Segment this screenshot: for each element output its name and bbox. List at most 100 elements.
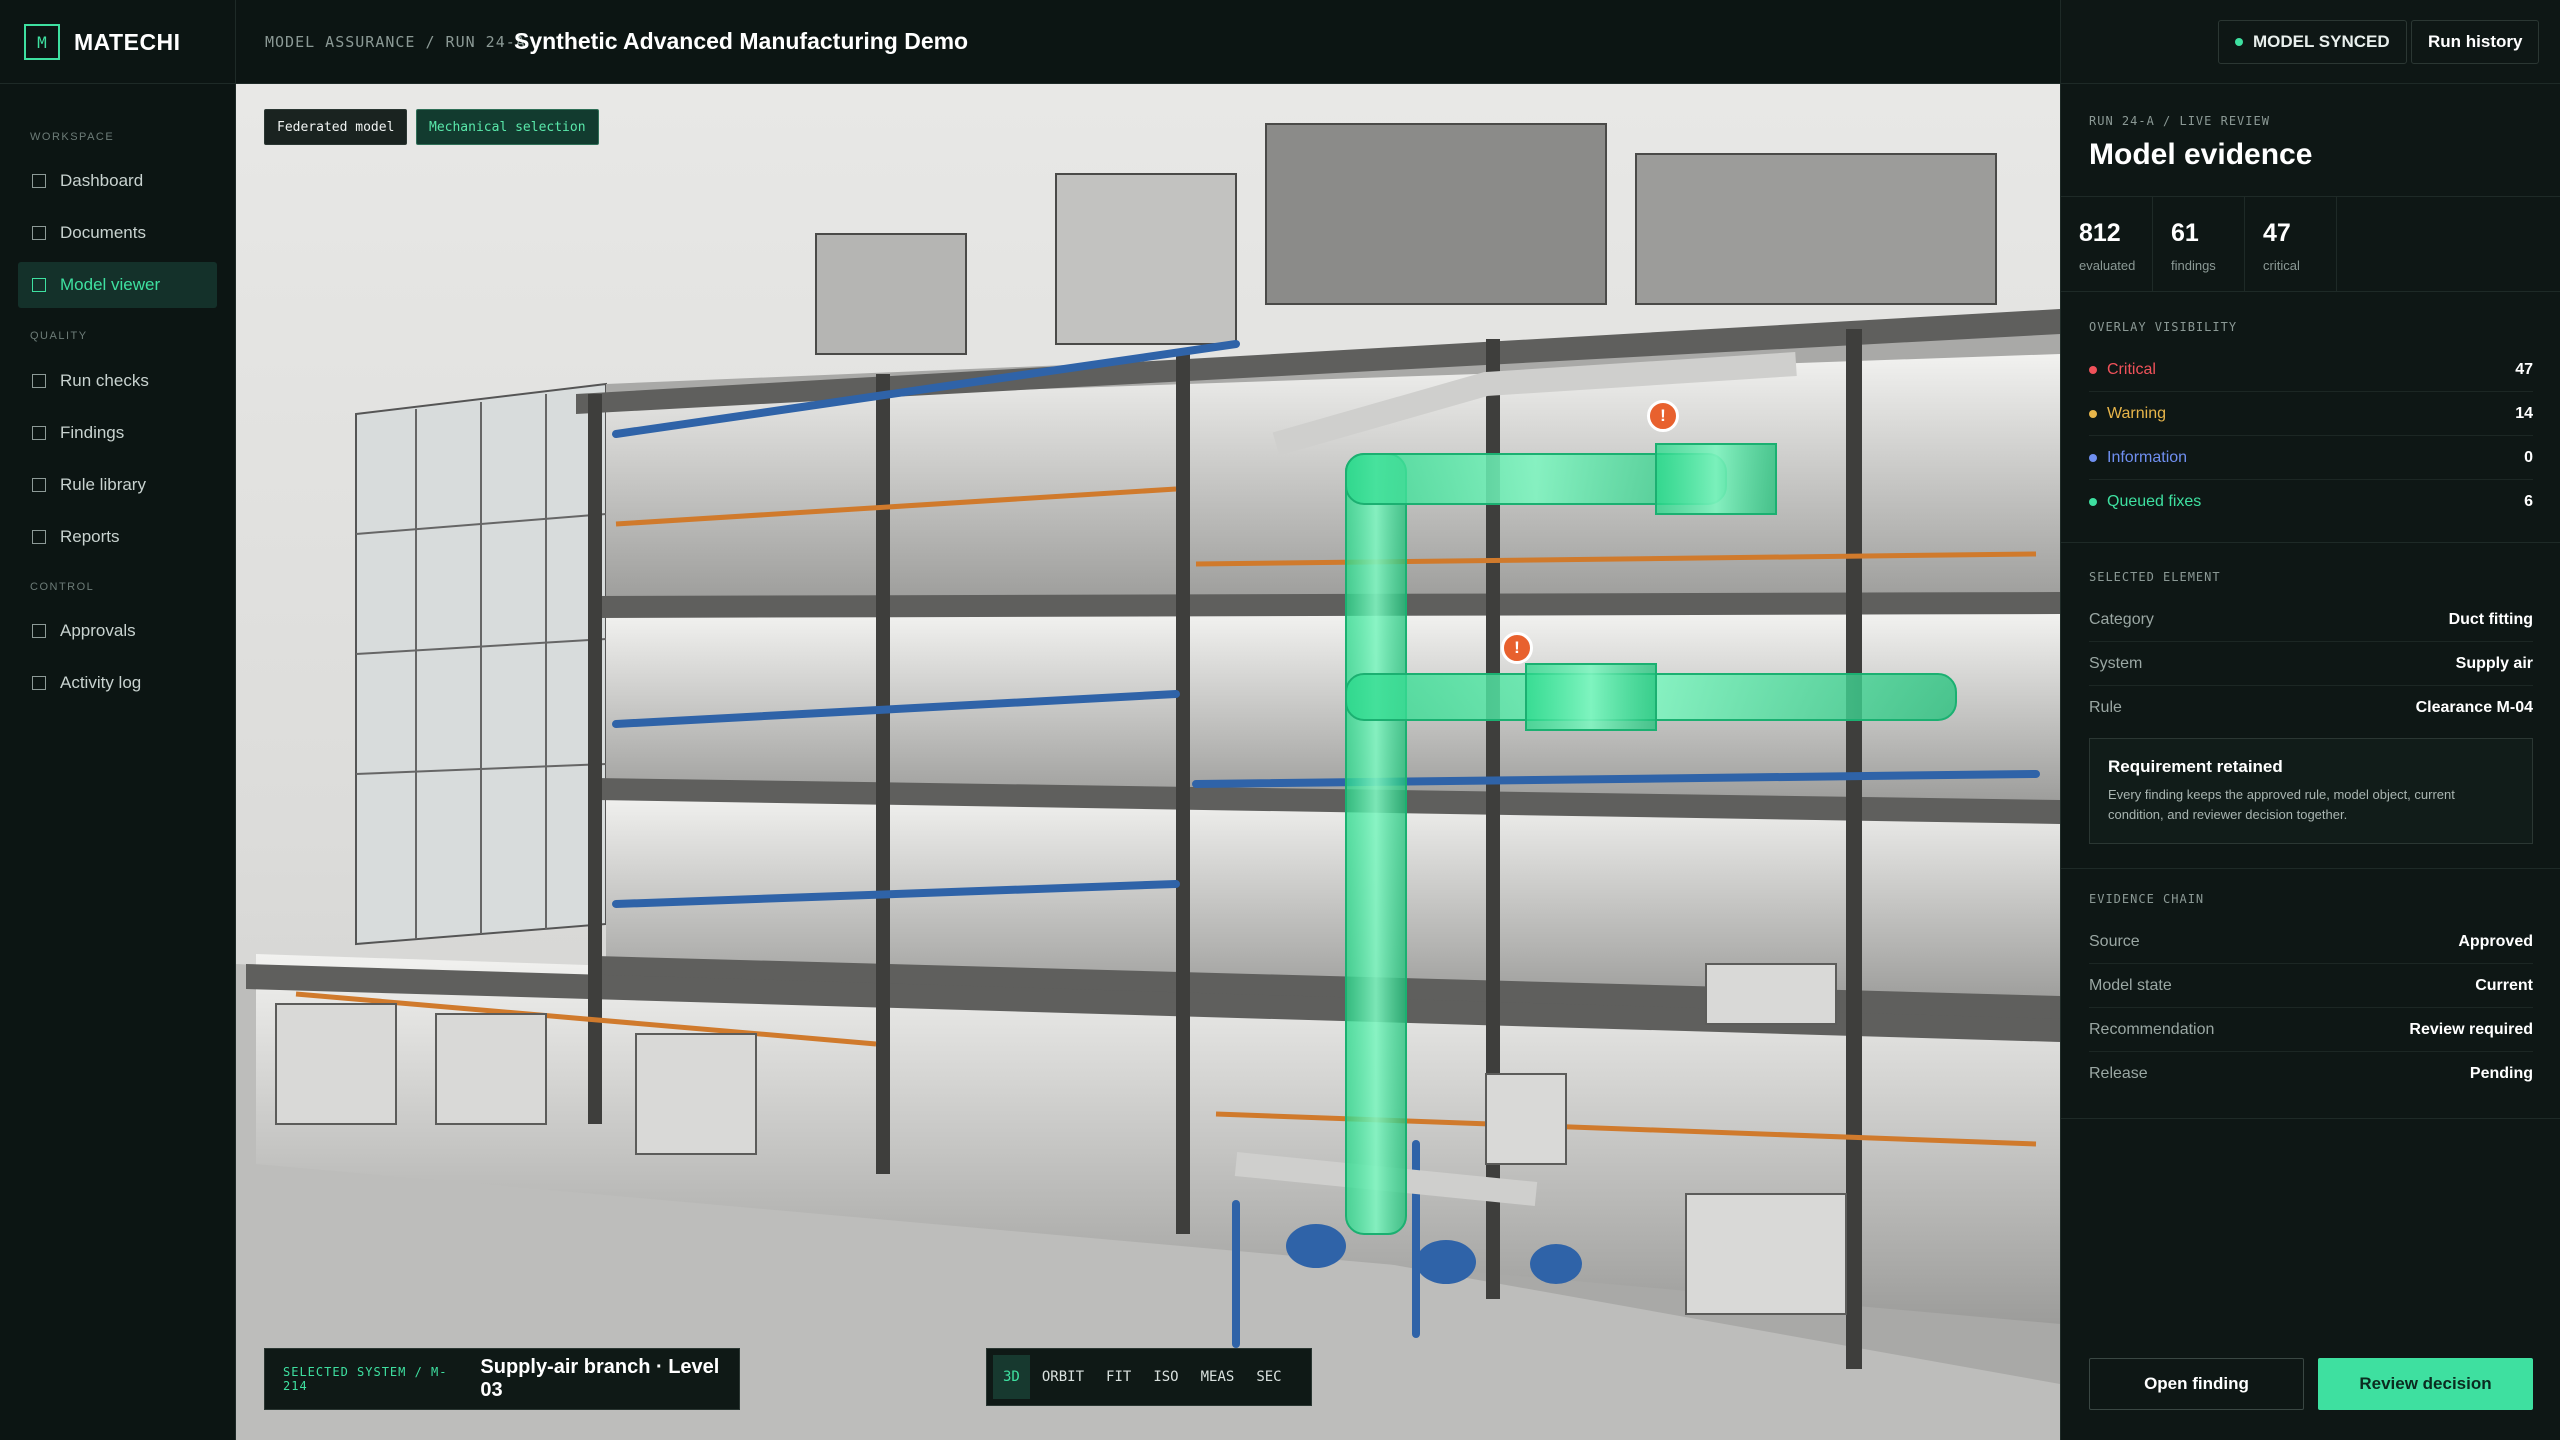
checkbox-icon [32, 174, 46, 188]
sidebar-item-label: Documents [60, 223, 146, 242]
evidence-value: Current [2475, 976, 2533, 994]
overlay-label: Warning [2107, 404, 2166, 422]
tool-iso-button[interactable]: ISO [1143, 1355, 1188, 1399]
overlay-row-information[interactable]: Information 0 [2089, 436, 2533, 480]
info-dot-icon [2089, 453, 2097, 462]
overlay-row-critical[interactable]: Critical 47 [2089, 348, 2533, 392]
sidebar-item-findings[interactable]: Findings [18, 410, 217, 456]
status-badge-label: MODEL SYNCED [2253, 32, 2390, 51]
stat-value: 47 [2263, 219, 2291, 247]
stat-findings: 61 findings [2153, 197, 2245, 291]
page-title: Synthetic Advanced Manufacturing Demo [514, 28, 969, 54]
stat-label: findings [2171, 258, 2216, 273]
stat-critical: 47 critical [2245, 197, 2337, 291]
element-value: Clearance M-04 [2415, 699, 2533, 716]
evidence-key: Source [2089, 932, 2140, 950]
sidebar-item-approvals[interactable]: Approvals [18, 608, 217, 654]
selected-element-section: SELECTED ELEMENT Category Duct fitting S… [2089, 570, 2533, 730]
checkbox-icon [32, 676, 46, 690]
brand[interactable]: M MATECHI [0, 0, 236, 84]
stat-value: 61 [2171, 219, 2199, 247]
top-bar: M MATECHI MODEL ASSURANCE / RUN 24-A Syn… [0, 0, 2060, 84]
overlay-count: 14 [2515, 404, 2533, 422]
section-heading: EVIDENCE CHAIN [2089, 892, 2205, 906]
element-row-system: System Supply air [2089, 642, 2533, 686]
evidence-panel: MODEL SYNCED Run history RUN 24-A / LIVE… [2060, 0, 2560, 1440]
warning-icon: ! [1514, 638, 1520, 657]
model-synced-badge: MODEL SYNCED [2218, 20, 2407, 64]
section-heading: OVERLAY VISIBILITY [2089, 320, 2238, 334]
divider [2061, 868, 2560, 869]
selected-system-value: Supply-air branch · Level 03 [480, 1356, 720, 1401]
checkbox-icon [32, 374, 46, 388]
sidebar-item-label: Run checks [60, 371, 149, 390]
tool-measure-button[interactable]: MEAS [1191, 1355, 1245, 1399]
overlay-row-warning[interactable]: Warning 14 [2089, 392, 2533, 436]
overlay-label: Information [2107, 448, 2188, 466]
open-finding-button[interactable]: Open finding [2089, 1358, 2304, 1410]
sidebar-item-label: Approvals [60, 621, 136, 640]
divider [2061, 542, 2560, 543]
sidebar-item-model-viewer[interactable]: Model viewer [18, 262, 217, 308]
tool-orbit-button[interactable]: ORBIT [1032, 1355, 1094, 1399]
selected-system-card: SELECTED SYSTEM / M-214 Supply-air branc… [264, 1348, 740, 1410]
sidebar-item-label: Findings [60, 423, 125, 442]
view-toolbar: 3D ORBIT FIT ISO MEAS SEC [986, 1348, 1312, 1406]
element-value: Duct fitting [2448, 610, 2533, 628]
element-row-rule: Rule Clearance M-04 [2089, 686, 2533, 730]
overlay-label: Critical [2107, 360, 2156, 378]
notice-title: Requirement retained [2108, 757, 2283, 776]
run-history-button[interactable]: Run history [2411, 20, 2540, 64]
checkbox-icon [32, 426, 46, 440]
critical-dot-icon [2089, 365, 2097, 374]
evidence-key: Release [2089, 1065, 2148, 1082]
overlay-count: 6 [2524, 493, 2533, 510]
evidence-value: Review required [2409, 1020, 2533, 1038]
element-key: Rule [2089, 699, 2122, 716]
tool-fit-button[interactable]: FIT [1096, 1355, 1141, 1399]
sidebar-item-label: Activity log [60, 673, 142, 692]
sidebar-item-run-checks[interactable]: Run checks [18, 358, 217, 404]
divider [2061, 1118, 2560, 1119]
sidebar-item-reports[interactable]: Reports [18, 514, 217, 560]
evidence-chain-section: EVIDENCE CHAIN Source Approved Model sta… [2089, 892, 2533, 1096]
sidebar-section-control: CONTROL [30, 581, 95, 593]
stat-label: critical [2263, 258, 2300, 273]
checkbox-icon [32, 226, 46, 240]
sidebar-item-documents[interactable]: Documents [18, 210, 217, 256]
review-decision-button[interactable]: Review decision [2318, 1358, 2533, 1410]
element-key: Category [2089, 610, 2154, 628]
mechanical-selection-chip[interactable]: Mechanical selection [416, 109, 599, 145]
warning-dot-icon [2089, 409, 2097, 418]
sidebar-section-quality: QUALITY [30, 330, 88, 342]
stat-evaluated: 812 evaluated [2061, 197, 2153, 291]
stat-label: evaluated [2079, 258, 2136, 273]
tool-section-button[interactable]: SEC [1246, 1355, 1291, 1399]
element-row-category: Category Duct fitting [2089, 598, 2533, 642]
overlay-count: 47 [2515, 360, 2533, 378]
sidebar: WORKSPACE Dashboard Documents Model view… [0, 84, 236, 1440]
sidebar-item-dashboard[interactable]: Dashboard [18, 158, 217, 204]
checkbox-icon [32, 624, 46, 638]
sidebar-item-label: Rule library [60, 475, 146, 494]
status-dot-icon [2235, 38, 2243, 46]
evidence-key: Recommendation [2089, 1020, 2215, 1038]
sidebar-item-activity-log[interactable]: Activity log [18, 660, 217, 706]
model-viewport[interactable]: ! ! Federated model Mechanical selection… [236, 84, 2060, 1440]
evidence-value: Approved [2458, 932, 2533, 950]
selected-system-label: SELECTED SYSTEM / M-214 [283, 1365, 448, 1393]
issue-marker[interactable]: ! [1501, 632, 1533, 664]
evidence-value: Pending [2469, 1065, 2533, 1082]
issue-marker[interactable]: ! [1647, 400, 1679, 432]
checkbox-icon [32, 278, 46, 292]
notice-body: Every finding keeps the approved rule, m… [2108, 787, 2455, 822]
tool-3d-button[interactable]: 3D [993, 1355, 1030, 1399]
section-heading: SELECTED ELEMENT [2089, 570, 2221, 584]
requirement-notice: Requirement retained Every finding keeps… [2089, 738, 2533, 844]
brand-name: MATECHI [74, 28, 181, 55]
warning-icon: ! [1660, 406, 1666, 425]
sidebar-item-rule-library[interactable]: Rule library [18, 462, 217, 508]
overlay-row-queued-fixes[interactable]: Queued fixes 6 [2089, 480, 2533, 524]
breadcrumb[interactable]: MODEL ASSURANCE / RUN 24-A [265, 33, 526, 51]
federated-model-chip[interactable]: Federated model [264, 109, 408, 145]
